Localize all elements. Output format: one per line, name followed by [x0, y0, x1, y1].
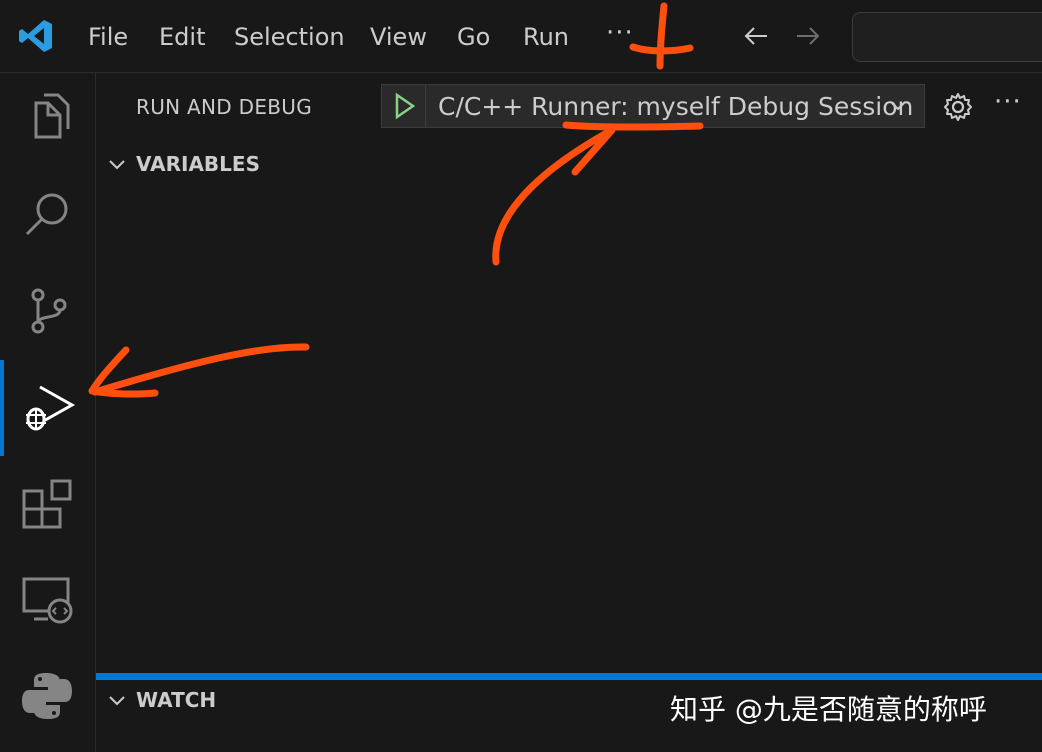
- search-icon[interactable]: [18, 185, 76, 243]
- run-debug-icon[interactable]: [18, 377, 76, 435]
- remote-explorer-icon[interactable]: [18, 571, 76, 629]
- arrow-right-icon[interactable]: [793, 21, 823, 51]
- arrow-left-icon[interactable]: [741, 21, 771, 51]
- debug-configuration-dropdown[interactable]: C/C++ Runner: myself Debug Session: [381, 84, 925, 128]
- sidebar-title: RUN AND DEBUG: [136, 95, 313, 119]
- source-control-icon[interactable]: [18, 281, 76, 339]
- menu-run[interactable]: Run: [521, 20, 571, 54]
- chevron-down-icon: [109, 696, 125, 706]
- gear-icon[interactable]: [942, 91, 974, 123]
- play-icon: [395, 92, 416, 120]
- menu-edit[interactable]: Edit: [157, 20, 207, 54]
- python-icon[interactable]: [18, 667, 76, 725]
- active-view-indicator: [0, 360, 4, 456]
- activity-bar: [0, 73, 96, 752]
- menu-selection[interactable]: Selection: [232, 20, 347, 54]
- run-and-debug-sidebar: RUN AND DEBUG C/C++ Runner: myself Debug…: [96, 73, 1042, 752]
- chevron-down-icon: [109, 160, 125, 170]
- variables-section-label: VARIABLES: [136, 152, 260, 176]
- extensions-icon[interactable]: [18, 475, 76, 533]
- menu-more-button[interactable]: ···: [606, 18, 634, 48]
- watch-section-label: WATCH: [136, 688, 217, 712]
- variables-section-header[interactable]: VARIABLES: [96, 148, 1042, 182]
- debug-configuration-label: C/C++ Runner: myself Debug Session: [438, 92, 914, 121]
- watermark-text: 知乎 @九是否随意的称呼: [670, 693, 987, 726]
- vscode-window: File Edit Selection View Go Run ··· RUN …: [0, 0, 1042, 752]
- more-actions-button[interactable]: ···: [994, 87, 1022, 117]
- files-icon[interactable]: [18, 89, 76, 147]
- menu-file[interactable]: File: [86, 20, 130, 54]
- section-resize-sash[interactable]: [96, 673, 1042, 680]
- menu-go[interactable]: Go: [455, 20, 492, 54]
- start-debugging-button[interactable]: [382, 85, 426, 127]
- chevron-down-icon: [890, 101, 906, 111]
- command-center-search[interactable]: [852, 12, 1042, 62]
- menu-view[interactable]: View: [368, 20, 429, 54]
- title-bar: File Edit Selection View Go Run ···: [0, 0, 1042, 73]
- vscode-logo-icon: [19, 20, 52, 52]
